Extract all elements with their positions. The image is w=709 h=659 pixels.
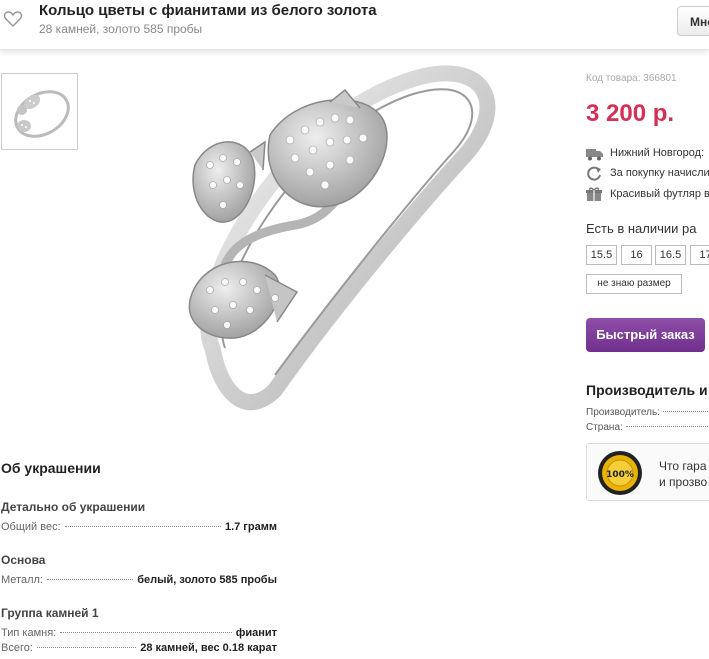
ring-thumbnail-image [14,90,70,138]
product-thumbnail[interactable] [1,73,78,150]
size-option[interactable]: 17 [690,245,709,265]
spec-value: фианит [235,627,277,639]
guarantee-line-1: Что гара [659,459,707,473]
product-subtitle: 28 камней, золото 585 пробы [39,22,203,36]
ring-main-image [188,65,496,411]
about-heading: Об украшении [1,460,101,476]
dot-leader [60,632,232,633]
dot-leader [662,411,709,412]
unknown-size-button[interactable]: не знаю размер [586,274,682,294]
country-key: Страна: [586,422,623,433]
country-row: Страна: [586,422,709,435]
spec-value: 28 камней, вес 0.18 карат [140,642,277,654]
dot-leader [36,647,137,648]
spec-key: Тип камня: [1,627,57,639]
spec-value: белый, золото 585 пробы [137,574,277,586]
guarantee-banner[interactable]: 100% Что гара и прозво [586,443,709,501]
section-title-details: Детально об украшении [1,500,146,514]
spec-row-metal: Металл: белый, золото 585 пробы [1,574,277,588]
guarantee-line-2: и прозво [659,475,708,489]
gift-icon [586,187,602,201]
availability-label: Есть в наличии ра [586,221,697,236]
more-button[interactable]: Мно [677,6,709,36]
delivery-text[interactable]: Нижний Новгород: [610,147,704,159]
spec-row-stone-total: Всего: 28 камней, вес 0.18 карат [1,642,277,656]
spec-key: Металл: [1,574,43,586]
seal-text: 100% [606,470,634,480]
product-header: Кольцо цветы с фианитами из белого золот… [0,0,709,50]
dot-leader [64,526,221,527]
section-title-stones: Группа камней 1 [1,606,99,620]
product-code: Код товара: 366801 [586,73,677,84]
spec-row-stone-type: Тип камня: фианит [1,627,277,641]
guarantee-seal-icon: 100% [598,451,642,495]
size-option[interactable]: 16 [621,245,652,265]
truck-icon [586,149,603,161]
spec-value: 1.7 грамм [224,521,277,533]
product-price: 3 200 р. [586,100,675,127]
spec-row-weight: Общий вес: 1.7 грамм [1,521,277,535]
manufacturer-heading: Производитель и [586,382,708,398]
guarantee-text: Что гара и прозво [659,458,707,490]
refresh-icon [587,166,601,181]
manufacturer-key: Производитель: [586,407,660,418]
dot-leader [625,426,709,427]
spec-key: Общий вес: [1,521,61,533]
gift-text: Красивый футляр в [610,188,709,200]
size-option[interactable]: 15.5 [586,245,617,265]
manufacturer-row: Производитель: [586,407,709,420]
heart-icon[interactable] [3,9,23,29]
size-option[interactable]: 16.5 [655,245,686,265]
section-title-base: Основа [1,553,46,567]
quick-order-button[interactable]: Быстрый заказ [586,318,705,352]
bonus-text: За покупку начисли [610,167,709,179]
dot-leader [46,579,134,580]
product-title: Кольцо цветы с фианитами из белого золот… [39,2,377,19]
spec-key: Всего: [1,642,33,654]
